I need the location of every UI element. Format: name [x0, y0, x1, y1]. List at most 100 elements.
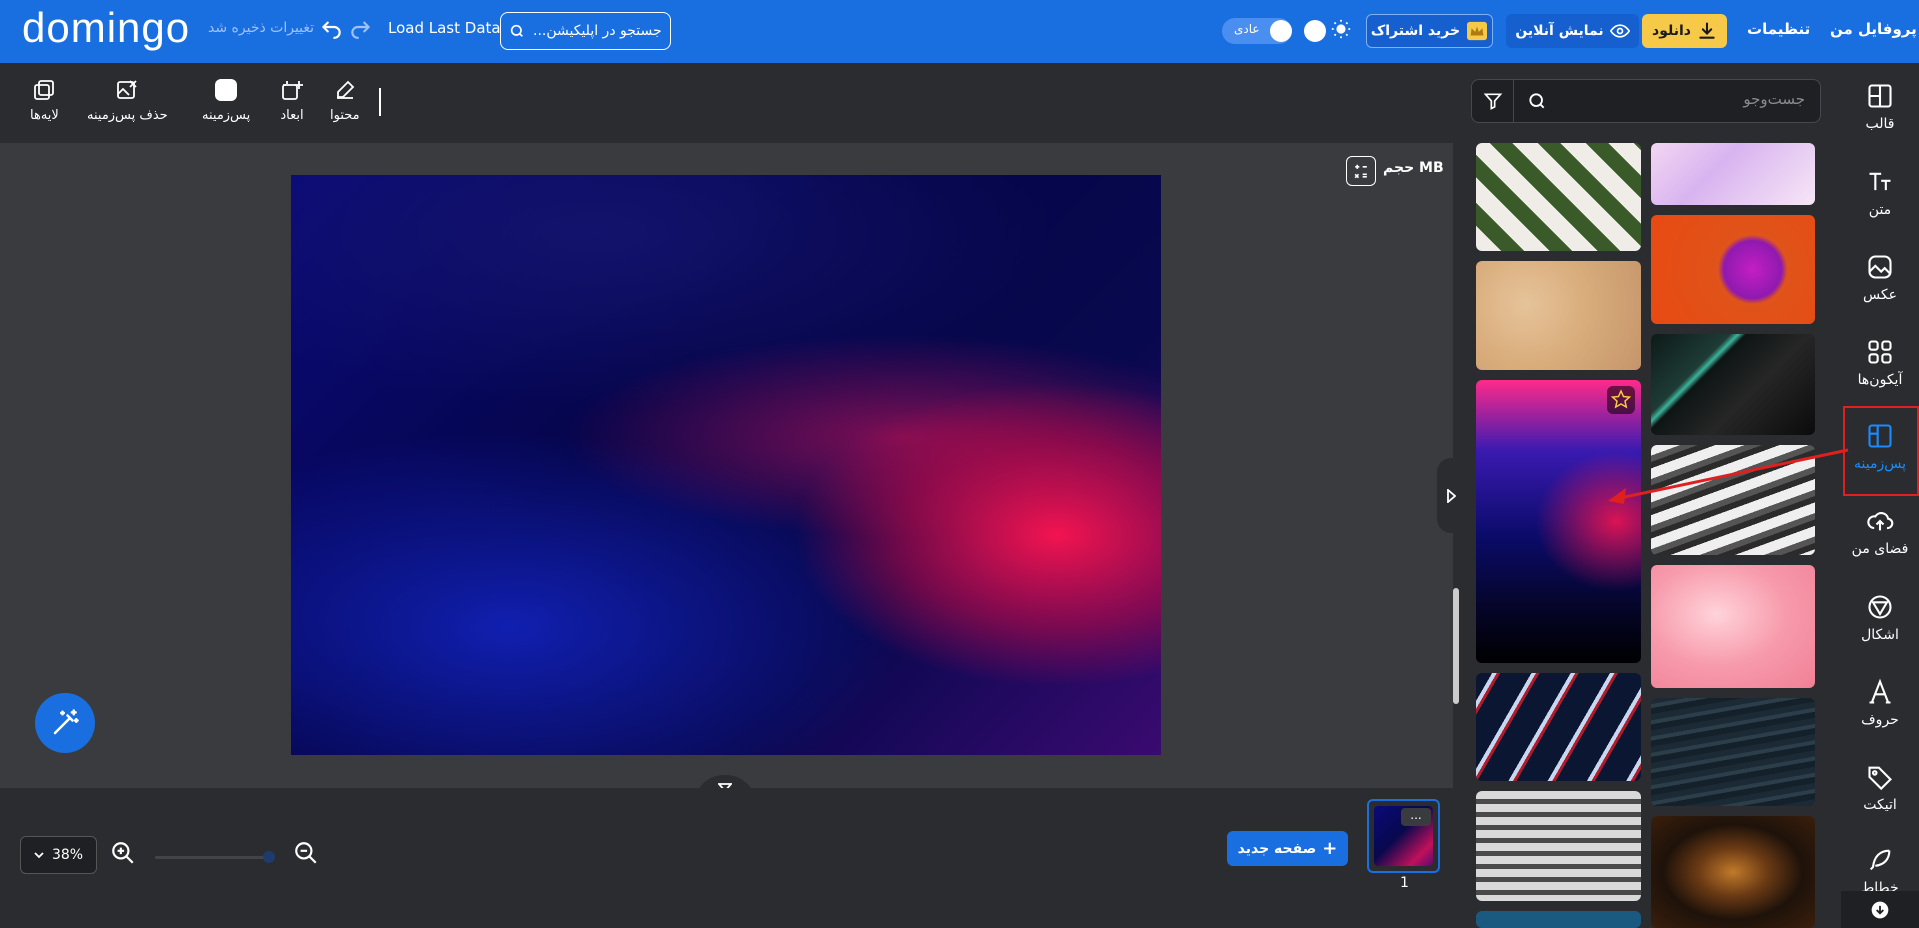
- content-tool[interactable]: محتوا: [330, 78, 360, 123]
- plus-icon: +: [1322, 837, 1338, 859]
- settings-link[interactable]: تنظیمات: [1747, 20, 1810, 38]
- favorite-star-icon[interactable]: [1607, 386, 1635, 414]
- saved-status: تغییرات ذخیره شد: [208, 20, 315, 36]
- app-search-value: ...جستجو در اپلیکیشن: [533, 23, 662, 39]
- page-menu-button[interactable]: ...: [1401, 808, 1431, 826]
- background-thumbnail[interactable]: [1476, 673, 1641, 781]
- subscribe-label: خرید اشتراک: [1370, 23, 1461, 39]
- background-thumbnail[interactable]: [1476, 380, 1641, 663]
- nav-item-templates[interactable]: قالب: [1841, 82, 1919, 132]
- background-thumbnail[interactable]: [1651, 143, 1815, 205]
- chevron-down-icon: [34, 852, 44, 859]
- theme-toggle[interactable]: [1304, 20, 1326, 42]
- background-thumbnail[interactable]: [1651, 698, 1815, 806]
- remove-background-tool[interactable]: حذف پس‌زمینه: [87, 78, 168, 123]
- dimensions-tool[interactable]: ابعاد: [280, 78, 304, 123]
- background-thumbnail[interactable]: [1651, 215, 1815, 324]
- background-thumbnail[interactable]: [1651, 565, 1815, 688]
- nav-label: قالب: [1865, 116, 1895, 132]
- background-thumbnail[interactable]: [1476, 143, 1641, 251]
- layout-icon: [1868, 84, 1892, 108]
- nav-label: حروف: [1861, 712, 1899, 728]
- arrow-down-circle-icon: [1871, 901, 1889, 918]
- background-thumbnail[interactable]: [1651, 334, 1815, 435]
- nav-item-calligraphy[interactable]: خطاط: [1841, 846, 1919, 896]
- edit-icon: [336, 80, 355, 99]
- nav-item-shapes[interactable]: اشکال: [1841, 593, 1919, 643]
- annotation-arrow: [1608, 448, 1849, 504]
- toolbar-divider: [379, 88, 381, 116]
- feather-icon: [1869, 849, 1891, 871]
- nav-label: اتیکت: [1863, 797, 1897, 813]
- background-tool[interactable]: پس‌زمینه: [202, 78, 250, 123]
- search-icon: [510, 24, 523, 37]
- nav-label: اشکال: [1861, 627, 1899, 643]
- new-page-button[interactable]: صفحه جدید +: [1227, 831, 1348, 866]
- logo: domingo: [22, 4, 191, 51]
- redo-icon[interactable]: [348, 14, 374, 40]
- zoom-value: 38%: [51, 847, 84, 863]
- new-page-label: صفحه جدید: [1237, 840, 1317, 857]
- filter-icon[interactable]: [1483, 91, 1503, 111]
- remove-background-icon: [117, 80, 137, 99]
- zoom-out-icon[interactable]: [293, 840, 319, 866]
- dimensions-label: ابعاد: [280, 108, 304, 123]
- search-icon: [1529, 93, 1545, 109]
- resize-icon: [282, 81, 303, 100]
- magic-wand-button[interactable]: [35, 693, 95, 753]
- panel-search-input[interactable]: جست‌وجو: [1555, 90, 1805, 108]
- undo-icon[interactable]: [318, 14, 344, 40]
- app-search-input[interactable]: ...جستجو در اپلیکیشن: [500, 12, 671, 50]
- zoom-slider-thumb[interactable]: [263, 851, 275, 863]
- subscribe-button[interactable]: خرید اشتراک: [1366, 14, 1493, 48]
- nav-scroll-down-button[interactable]: [1841, 891, 1919, 928]
- background-thumbnail[interactable]: [1476, 791, 1641, 901]
- background-thumbnail[interactable]: [1476, 911, 1641, 928]
- search-divider: [1513, 79, 1514, 123]
- layers-icon: [34, 80, 55, 100]
- nav-label: عکس: [1863, 287, 1897, 303]
- content-label: محتوا: [330, 108, 360, 123]
- tag-icon: [1868, 766, 1892, 791]
- calculator-icon[interactable]: [1346, 156, 1376, 186]
- panel-toggle-handle[interactable]: [1437, 458, 1465, 533]
- nav-label: آیکون‌ها: [1857, 372, 1903, 388]
- download-icon: [1699, 22, 1715, 39]
- nav-item-text[interactable]: متن: [1841, 168, 1919, 218]
- zoom-in-icon[interactable]: [110, 840, 136, 866]
- page-number: 1: [1400, 875, 1409, 891]
- chevron-right-icon: [1447, 488, 1456, 503]
- nav-label: متن: [1868, 202, 1892, 218]
- layers-tool[interactable]: لایه‌ها: [30, 78, 59, 123]
- letter-icon: [1869, 678, 1891, 704]
- design-canvas[interactable]: [291, 175, 1161, 755]
- text-icon: [1869, 172, 1891, 191]
- load-last-data-button[interactable]: Load Last Data: [388, 19, 501, 37]
- background-thumbnail[interactable]: [1476, 261, 1641, 370]
- online-preview-button[interactable]: نمایش آنلاین: [1506, 14, 1639, 48]
- grid-icon: [1868, 340, 1892, 364]
- download-label: دانلود: [1652, 23, 1691, 39]
- mode-label: عادی: [1234, 22, 1260, 36]
- shapes-icon: [1868, 595, 1892, 619]
- profile-link[interactable]: پروفایل من: [1830, 20, 1917, 38]
- layers-label: لایه‌ها: [30, 108, 59, 123]
- eye-icon: [1609, 24, 1630, 38]
- zoom-slider-track[interactable]: [155, 856, 270, 859]
- background-thumbnail[interactable]: [1651, 816, 1815, 928]
- magic-wand-icon: [53, 709, 79, 735]
- zoom-select[interactable]: 38%: [20, 836, 97, 874]
- sun-icon[interactable]: [1330, 18, 1352, 40]
- crown-icon: [1467, 21, 1488, 41]
- panel-scrollbar[interactable]: [1453, 588, 1459, 704]
- background-color-icon: [215, 79, 238, 101]
- nav-item-labels[interactable]: اتیکت: [1841, 763, 1919, 813]
- nav-item-icons[interactable]: آیکون‌ها: [1841, 338, 1919, 388]
- nav-item-letters[interactable]: حروف: [1841, 678, 1919, 728]
- file-size-label: حجم MB: [1383, 160, 1444, 176]
- mode-toggle-knob: [1270, 20, 1292, 42]
- nav-item-photos[interactable]: عکس: [1841, 253, 1919, 303]
- nav-item-my-space[interactable]: فضای من: [1841, 507, 1919, 557]
- download-button[interactable]: دانلود: [1642, 14, 1727, 48]
- remove-background-label: حذف پس‌زمینه: [87, 108, 168, 123]
